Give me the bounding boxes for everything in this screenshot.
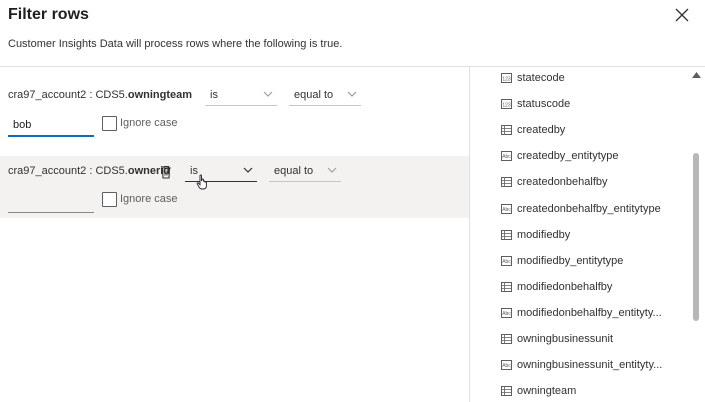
lookup-icon <box>501 334 512 344</box>
condition-row: cra97_account2 : CDS5.owningteam is equa… <box>0 80 469 142</box>
svg-text:123: 123 <box>502 76 511 82</box>
field-attribute: owningteam <box>127 89 193 101</box>
condition-field-label: cra97_account2 : CDS5.owningteam <box>8 89 192 101</box>
dialog-title: Filter rows <box>8 6 89 23</box>
field-entity: cra97_account2 : CDS5. <box>8 165 128 177</box>
column-list-item[interactable]: owningteam <box>470 382 692 402</box>
column-list-item[interactable]: Abc owningbusinessunit_entityty... <box>470 356 692 382</box>
value-input[interactable] <box>8 191 94 213</box>
option-set-icon: 123 <box>501 73 512 83</box>
column-label: owningbusinessunit_entityty... <box>517 359 663 372</box>
ignore-case-label: Ignore case <box>120 193 178 205</box>
option-set-icon: 123 <box>501 99 512 110</box>
svg-text:Abc: Abc <box>502 311 511 317</box>
column-label: modifiedonbehalfby_entityty... <box>517 306 662 319</box>
text-field-icon: Abc <box>501 255 512 266</box>
lookup-icon <box>501 386 512 397</box>
field-entity: cra97_account2 : CDS5. <box>8 89 128 101</box>
column-list-item[interactable]: createdonbehalfby <box>470 173 692 199</box>
column-list-item[interactable]: Abc createdby_entitytype <box>470 147 692 173</box>
column-list-item[interactable]: Abc createdonbehalfby_entitytype <box>470 200 692 226</box>
comparison-dropdown[interactable]: equal to <box>269 160 341 182</box>
lookup-icon <box>501 125 512 136</box>
column-label: createdonbehalfby <box>517 176 608 189</box>
column-label: modifiedby_entitytype <box>517 254 624 267</box>
text-field-icon: Abc <box>501 307 512 318</box>
column-label: modifiedonbehalfby <box>517 280 613 293</box>
column-label: statecode <box>517 72 565 84</box>
column-label: owningteam <box>517 385 577 398</box>
lookup-icon <box>501 281 512 292</box>
text-field-icon: Abc <box>501 151 512 162</box>
chevron-down-icon <box>347 91 357 97</box>
delete-icon[interactable] <box>159 165 173 179</box>
close-icon[interactable] <box>673 6 691 24</box>
text-field-icon: Abc <box>501 203 512 214</box>
column-list-item[interactable]: modifiedonbehalfby <box>470 278 692 304</box>
hand-cursor-icon <box>196 174 207 190</box>
dialog-subtitle: Customer Insights Data will process rows… <box>8 38 343 50</box>
value-input[interactable] <box>8 115 94 137</box>
comparison-value: equal to <box>294 89 334 101</box>
chevron-down-icon <box>243 167 253 173</box>
chevron-down-icon <box>263 91 273 97</box>
svg-text:123: 123 <box>502 102 511 108</box>
column-label: owningbusinessunit <box>517 333 614 345</box>
condition-row: cra97_account2 : CDS5.ownerid is equal t… <box>0 156 469 218</box>
svg-text:Abc: Abc <box>502 207 511 213</box>
column-list-item[interactable]: 123 statuscode <box>470 95 692 121</box>
scroll-up-icon[interactable] <box>691 70 702 80</box>
column-label: modifiedby <box>517 228 571 241</box>
text-field-icon: Abc <box>501 360 512 371</box>
chevron-down-icon <box>327 167 337 173</box>
conditions-pane: cra97_account2 : CDS5.owningteam is equa… <box>0 67 469 402</box>
lookup-icon <box>501 229 512 240</box>
svg-text:Abc: Abc <box>502 259 511 265</box>
svg-text:Abc: Abc <box>502 363 511 369</box>
column-list: 123 statecode 123 statuscode createdby Abc cre… <box>470 67 705 402</box>
svg-text:Abc: Abc <box>502 154 511 160</box>
column-list-item[interactable]: owningbusinessunit <box>470 330 692 356</box>
scrollbar-thumb[interactable] <box>693 153 699 321</box>
lookup-icon <box>501 177 512 188</box>
column-list-item[interactable]: modifiedby <box>470 226 692 252</box>
operator-dropdown[interactable]: is <box>205 84 277 106</box>
column-list-item[interactable]: 123 statecode <box>470 69 692 95</box>
operator-value: is <box>210 89 218 101</box>
column-list-item[interactable]: Abc modifiedby_entitytype <box>470 252 692 278</box>
column-label: createdby_entitytype <box>517 150 619 163</box>
column-label: createdby <box>517 124 566 137</box>
condition-field-label: cra97_account2 : CDS5.ownerid <box>8 165 170 177</box>
ignore-case-checkbox[interactable] <box>102 192 117 207</box>
ignore-case-label: Ignore case <box>120 117 178 129</box>
column-list-item[interactable]: createdby <box>470 121 692 147</box>
comparison-value: equal to <box>274 165 314 177</box>
comparison-dropdown[interactable]: equal to <box>289 84 361 106</box>
column-label: statuscode <box>517 98 571 111</box>
column-list-item[interactable]: Abc modifiedonbehalfby_entityty... <box>470 304 692 330</box>
column-label: createdonbehalfby_entitytype <box>517 202 661 215</box>
ignore-case-checkbox[interactable] <box>102 116 117 131</box>
